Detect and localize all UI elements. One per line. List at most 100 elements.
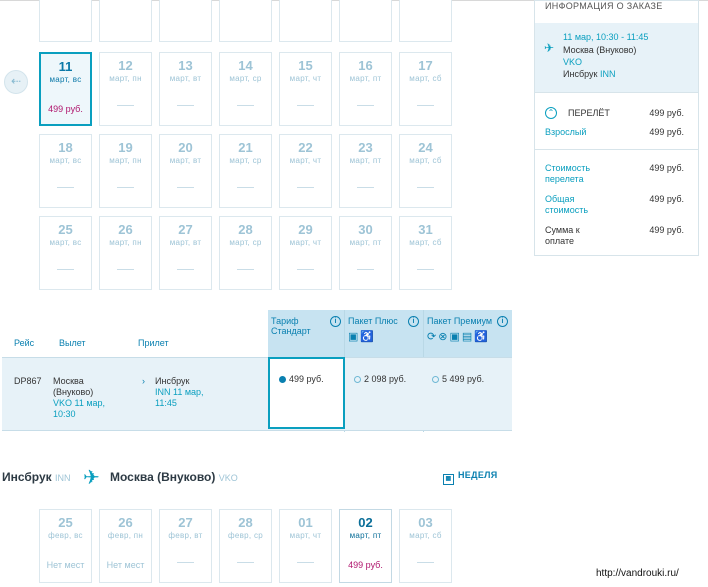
tariff-standard-line-1: Тариф: [271, 316, 299, 326]
day-number: 28: [238, 515, 253, 530]
calendar-day-cell[interactable]: 30 март, пт: [339, 216, 392, 290]
info-icon[interactable]: i: [497, 316, 508, 327]
calendar-day-cell[interactable]: 31 март, сб: [399, 216, 452, 290]
day-weekday: март, вс: [49, 156, 82, 165]
day-weekday: март, вт: [169, 74, 202, 83]
total-label-line-2: стоимость: [545, 205, 589, 215]
return-from: Инсбрук INN: [2, 470, 71, 484]
no-price-dash: [357, 105, 374, 106]
calendar-day-cell[interactable]: 02 март, пт 499 руб.: [339, 509, 392, 583]
no-price-dash: [177, 269, 194, 270]
calendar-day-cell[interactable]: 01 март, чт: [279, 509, 332, 583]
calendar-day-cell[interactable]: 5 530 руб.: [279, 0, 332, 42]
seat-icon: ▣: [449, 331, 462, 343]
adult-price: 499 руб.: [649, 127, 684, 137]
cancel-icon: ⊗: [438, 331, 450, 343]
tariff-standard-option[interactable]: [268, 357, 345, 429]
price-standard[interactable]: 499 руб.: [279, 374, 324, 384]
week-toggle-button[interactable]: ▦ НЕДЕЛЯ: [443, 470, 498, 485]
day-number: 14: [238, 58, 253, 73]
day-number: 11: [58, 59, 73, 74]
day-weekday: март, пт: [349, 156, 382, 165]
day-number: 12: [118, 58, 133, 73]
flight-section-price: 499 руб.: [649, 108, 684, 118]
calendar-day-cell[interactable]: 12 март, пн: [99, 52, 152, 126]
no-price-dash: [357, 187, 374, 188]
package-plus-icons: ▣♿: [348, 330, 376, 343]
total-label: Общая стоимость: [545, 194, 588, 216]
day-weekday: март, чт: [289, 238, 322, 247]
no-price-dash: [237, 105, 254, 106]
calendar-day-cell[interactable]: 03 март, сб: [399, 509, 452, 583]
order-from-code: VKO: [563, 57, 583, 67]
day-number: 18: [58, 140, 73, 155]
day-number: 01: [298, 515, 313, 530]
calendar-day-cell[interactable]: 20 март, вт: [159, 134, 212, 208]
calendar-day-cell[interactable]: 29 март, чт: [279, 216, 332, 290]
calendar-day-cell[interactable]: 27 февр, вт: [159, 509, 212, 583]
calendar-day-cell[interactable]: 13 март, вт: [159, 52, 212, 126]
order-from-city: Москва (Внуково): [563, 45, 637, 55]
order-to-city: Инсбрук: [563, 69, 598, 79]
info-icon[interactable]: i: [330, 316, 341, 327]
no-price-dash: [177, 562, 194, 563]
calendar-day-cell[interactable]: 21 март, ср: [219, 134, 272, 208]
day-weekday: март, сб: [409, 74, 442, 83]
calendar-day-cell[interactable]: 14 март, ср: [219, 52, 272, 126]
calendar-day-cell[interactable]: 26 февр, пн Нет мест: [99, 509, 152, 583]
day-weekday: март, пт: [349, 238, 382, 247]
return-from-code: INN: [55, 473, 71, 483]
return-to: Москва (Внуково) VKO: [110, 470, 238, 484]
no-price-dash: [177, 105, 194, 106]
calendar-day-cell[interactable]: [99, 0, 152, 42]
radio-selected-icon: [279, 376, 286, 384]
cost-label-line-2: перелета: [545, 174, 584, 184]
departure-city: Москва: [53, 376, 84, 386]
calendar-day-cell[interactable]: 27 март, вт: [159, 216, 212, 290]
departure-code-date: VKO 11 мар,: [53, 398, 106, 408]
day-number: 15: [298, 58, 313, 73]
day-weekday: март, сб: [409, 156, 442, 165]
day-weekday: март, сб: [409, 531, 442, 540]
total-price: 499 руб.: [649, 194, 684, 204]
price-premium[interactable]: 5 499 руб.: [432, 374, 484, 384]
price-plus[interactable]: 2 098 руб.: [354, 374, 406, 384]
calendar-day-cell[interactable]: [399, 0, 452, 42]
no-price-dash: [237, 562, 254, 563]
calendar-day-cell[interactable]: 15 март, чт: [279, 52, 332, 126]
no-price-dash: [417, 562, 434, 563]
calendar-day-cell[interactable]: 24 март, сб: [399, 134, 452, 208]
day-number: 20: [178, 140, 193, 155]
order-flight-summary: ✈ 11 мар, 10:30 - 11:45 Москва (Внуково)…: [535, 23, 698, 93]
order-to-code: INN: [599, 69, 616, 79]
calendar-day-cell[interactable]: 11 март, вс 499 руб.: [39, 52, 92, 126]
arrival-info: Инсбрук INN 11 мар, 11:45: [155, 376, 204, 409]
col-departure-header: Вылет: [59, 338, 86, 348]
collapse-chevron-icon[interactable]: ⌃: [545, 107, 557, 119]
calendar-day-cell[interactable]: 16 март, пт: [339, 52, 392, 126]
calendar-day-cell[interactable]: [159, 0, 212, 42]
calendar-day-cell[interactable]: 23 март, пт: [339, 134, 392, 208]
info-icon[interactable]: i: [408, 316, 419, 327]
divider: [535, 149, 698, 150]
calendar-day-cell[interactable]: [219, 0, 272, 42]
calendar-day-cell[interactable]: [39, 0, 92, 42]
flight-row[interactable]: DP867 Москва (Внуково) VKO 11 мар, 10:30…: [2, 357, 512, 431]
calendar-day-cell[interactable]: 26 март, пн: [99, 216, 152, 290]
day-price: Нет мест: [106, 560, 145, 570]
calendar-day-cell[interactable]: [339, 0, 392, 42]
calendar-day-cell[interactable]: 19 март, пн: [99, 134, 152, 208]
day-weekday: март, чт: [289, 156, 322, 165]
calendar-day-cell[interactable]: 25 февр, вс Нет мест: [39, 509, 92, 583]
calendar-day-cell[interactable]: 22 март, чт: [279, 134, 332, 208]
plane-icon: ✈: [544, 41, 555, 55]
calendar-day-cell[interactable]: 18 март, вс: [39, 134, 92, 208]
calendar-day-cell[interactable]: 28 февр, ср: [219, 509, 272, 583]
day-weekday: март, вт: [169, 238, 202, 247]
prev-week-arrow-icon[interactable]: ⇠: [4, 70, 28, 94]
calendar-day-cell[interactable]: 25 март, вс: [39, 216, 92, 290]
calendar-day-cell[interactable]: 17 март, сб: [399, 52, 452, 126]
calendar-day-cell[interactable]: 28 март, ср: [219, 216, 272, 290]
pay-price: 499 руб.: [649, 225, 684, 235]
package-plus-header: Пакет Плюс: [348, 316, 398, 326]
